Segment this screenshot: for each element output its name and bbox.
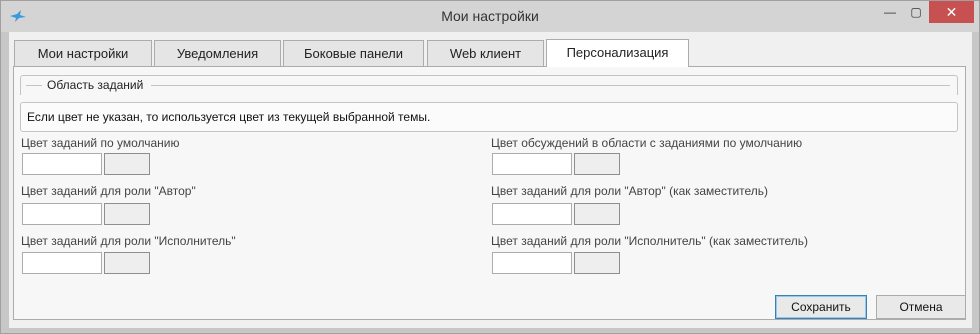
close-button[interactable]: ✕ <box>929 1 974 23</box>
group-divider <box>151 85 950 86</box>
author-task-color-input[interactable] <box>22 203 102 225</box>
default-task-color-input[interactable] <box>22 153 102 175</box>
title-bar[interactable]: Мои настройки — ▢ ✕ <box>1 1 979 32</box>
group-divider <box>26 85 42 86</box>
author-deputy-color-label: Цвет заданий для роли "Автор" (как замес… <box>491 184 769 198</box>
settings-window: Мои настройки — ▢ ✕ Мои настройки Уведом… <box>0 0 980 334</box>
dialog-client: Мои настройки Уведомления Боковые панели… <box>9 32 972 328</box>
default-task-color-picker[interactable] <box>104 153 150 175</box>
tab-personalization[interactable]: Персонализация <box>546 39 689 67</box>
author-task-color-picker[interactable] <box>104 203 150 225</box>
discussion-color-label: Цвет обсуждений в области с заданиями по… <box>491 136 803 150</box>
author-deputy-color-picker[interactable] <box>574 203 620 225</box>
performer-deputy-color-picker[interactable] <box>574 252 620 274</box>
performer-deputy-color-input[interactable] <box>492 252 572 274</box>
personalization-panel: Область заданий Если цвет не указан, то … <box>13 66 966 320</box>
author-deputy-color-input[interactable] <box>492 203 572 225</box>
tab-my-settings[interactable]: Мои настройки <box>14 40 152 66</box>
performer-task-color-picker[interactable] <box>104 252 150 274</box>
tab-notifications[interactable]: Уведомления <box>154 40 281 66</box>
discussion-color-input[interactable] <box>492 153 572 175</box>
window-title: Мои настройки <box>441 8 539 24</box>
performer-deputy-color-label: Цвет заданий для роли "Исполнитель" (как… <box>491 234 808 248</box>
cancel-button[interactable]: Отмена <box>876 295 966 319</box>
author-task-color-label: Цвет заданий для роли "Автор" <box>21 184 196 198</box>
save-button[interactable]: Сохранить <box>775 295 867 319</box>
default-task-color-label: Цвет заданий по умолчанию <box>21 136 180 150</box>
discussion-color-picker[interactable] <box>574 153 620 175</box>
performer-task-color-input[interactable] <box>22 252 102 274</box>
performer-task-color-label: Цвет заданий для роли "Исполнитель" <box>21 234 236 248</box>
tab-web-client[interactable]: Web клиент <box>427 40 544 66</box>
theme-notice: Если цвет не указан, то используется цве… <box>20 102 958 132</box>
maximize-button[interactable]: ▢ <box>903 1 929 23</box>
tab-side-panels[interactable]: Боковые панели <box>283 40 424 66</box>
minimize-button[interactable]: — <box>877 1 903 23</box>
group-title: Область заданий <box>44 78 147 92</box>
